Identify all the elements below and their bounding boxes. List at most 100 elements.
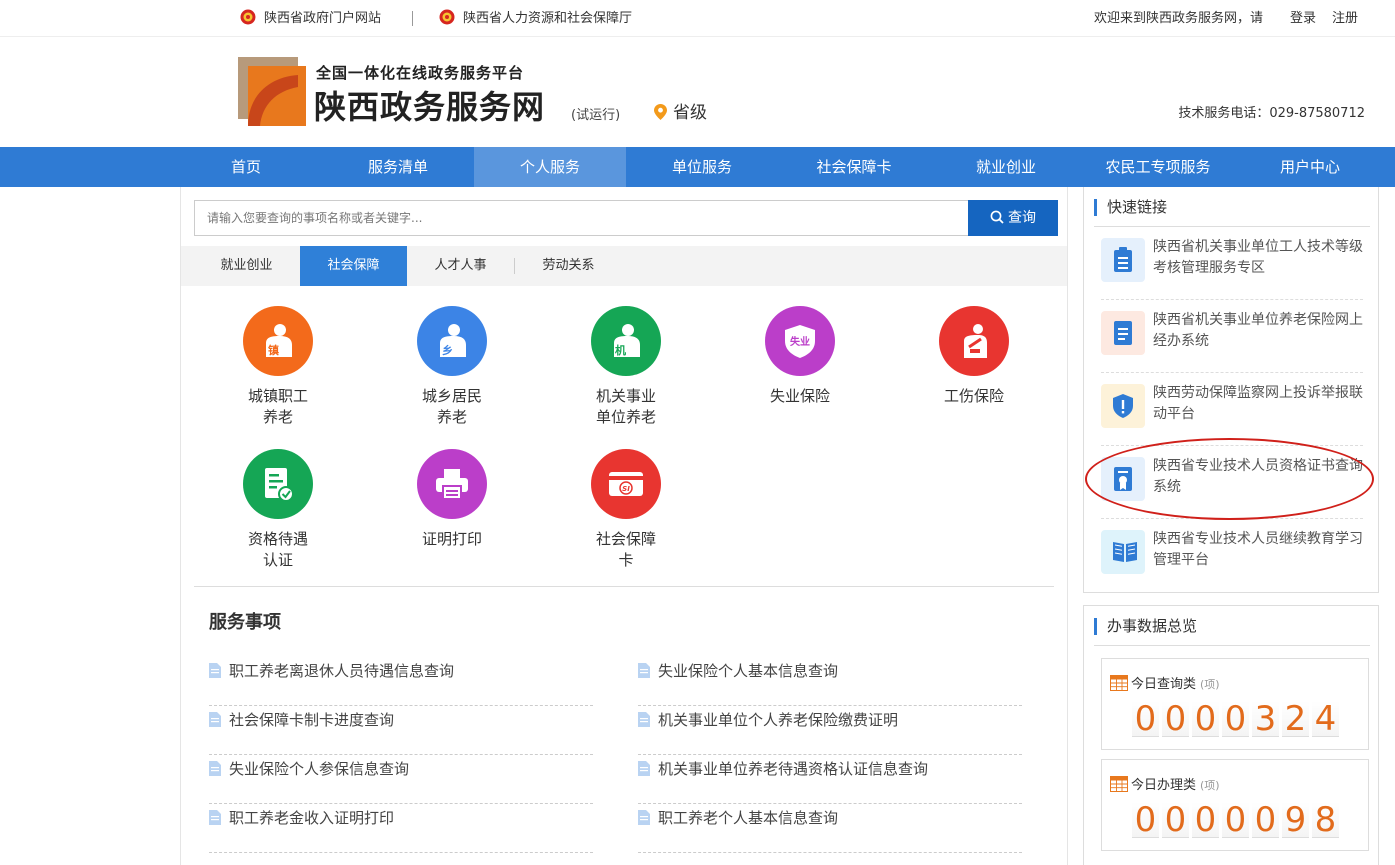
- query-digits: 0000324: [1132, 701, 1342, 737]
- document-icon: [638, 663, 650, 678]
- service-item[interactable]: 失业保险个人基本信息查询: [638, 657, 1022, 706]
- quick-link-item[interactable]: 陕西省专业技术人员继续教育学习管理平台: [1101, 519, 1363, 592]
- service-glyph: 镇: [268, 343, 279, 357]
- person-icon: 机: [614, 324, 640, 357]
- table-icon: [1110, 675, 1128, 691]
- service-work-injury[interactable]: 工伤保险: [914, 306, 1034, 407]
- nav-social-security-card[interactable]: 社会保障卡: [778, 147, 930, 187]
- service-item[interactable]: 职工养老个人基本信息查询: [638, 804, 1022, 853]
- service-icon: [243, 449, 313, 519]
- tab-social-security[interactable]: 社会保障: [300, 246, 407, 286]
- top-separator: [412, 11, 413, 26]
- service-item[interactable]: 机关事业单位个人养老保险缴费证明: [638, 706, 1022, 755]
- document-icon: [638, 761, 650, 776]
- site-logo[interactable]: [238, 57, 306, 126]
- digit: 2: [1282, 701, 1309, 737]
- service-label: 城乡居民 养老: [421, 387, 482, 426]
- location-pin-icon: [654, 104, 667, 120]
- login-link[interactable]: 登录: [1290, 0, 1316, 37]
- tab-labor-relations[interactable]: 劳动关系: [515, 246, 622, 286]
- service-social-card[interactable]: SI 社会保障 卡: [566, 449, 686, 571]
- support-phone: 技术服务电话：029-87580712: [1178, 106, 1365, 121]
- main-nav: 首页 服务清单 个人服务 单位服务 社会保障卡 就业创业 农民工专项服务 用户中…: [0, 147, 1395, 187]
- nav-home[interactable]: 首页: [170, 147, 322, 187]
- service-section-title: 服务事项: [209, 612, 281, 633]
- digit: 9: [1282, 802, 1309, 838]
- injury-icon: [964, 324, 987, 358]
- tab-talent-personnel[interactable]: 人才人事: [407, 246, 514, 286]
- hrss-link[interactable]: 陕西省人力资源和社会保障厅: [439, 0, 632, 37]
- service-rural-pension[interactable]: 乡 城乡居民 养老: [392, 306, 512, 428]
- service-label: 工伤保险: [943, 387, 1004, 405]
- digit: 0: [1192, 701, 1219, 737]
- shield-icon: 失业: [785, 325, 815, 358]
- nav-unit-service[interactable]: 单位服务: [626, 147, 778, 187]
- service-glyph: 失业: [790, 335, 810, 348]
- service-label: 资格待遇 认证: [247, 530, 308, 569]
- service-icon: 失业: [765, 306, 835, 376]
- service-glyph: 机: [615, 343, 626, 357]
- data-overview-title: 办事数据总览: [1094, 618, 1197, 635]
- quick-link-item[interactable]: 陕西劳动保障监察网上投诉举报联动平台: [1101, 373, 1363, 446]
- service-item[interactable]: 职工养老离退休人员待遇信息查询: [209, 657, 593, 706]
- document-icon: [638, 810, 650, 825]
- digit: 0: [1132, 701, 1159, 737]
- person-icon: 镇: [266, 324, 292, 357]
- service-urban-pension[interactable]: 镇 城镇职工 养老: [218, 306, 338, 428]
- data-overview-panel: 办事数据总览 今日查询类 (项) 0000324 今日办理类 (项) 0000098: [1083, 605, 1379, 865]
- digit: 0: [1162, 802, 1189, 838]
- service-icon: [417, 449, 487, 519]
- handle-counter: 今日办理类 (项) 0000098: [1101, 759, 1369, 851]
- site-header: 全国一体化在线政务服务平台 陕西政务服务网 (试运行) 省级 技术服务电话：02…: [0, 38, 1395, 147]
- nav-migrant-worker[interactable]: 农民工专项服务: [1082, 147, 1234, 187]
- document-check-icon: [265, 468, 294, 502]
- digit: 4: [1312, 701, 1339, 737]
- digit: 0: [1222, 701, 1249, 737]
- digit: 0: [1162, 701, 1189, 737]
- quick-link-item[interactable]: 陕西省机关事业单位工人技术等级考核管理服务专区: [1101, 227, 1363, 300]
- service-label: 城镇职工 养老: [247, 387, 308, 426]
- document-icon: [209, 712, 221, 727]
- table-icon: [1110, 776, 1128, 792]
- service-icon: 镇: [243, 306, 313, 376]
- service-institution-pension[interactable]: 机 机关事业 单位养老: [566, 306, 686, 428]
- site-name: 陕西政务服务网: [314, 88, 546, 126]
- top-bar: 陕西省政府门户网站 陕西省人力资源和社会保障厅 欢迎来到陕西政务服务网，请 登录…: [0, 0, 1395, 37]
- quick-links-panel: 快速链接 陕西省机关事业单位工人技术等级考核管理服务专区 陕西省机关事业单位养老…: [1083, 187, 1379, 593]
- service-unemployment[interactable]: 失业 失业保险: [740, 306, 860, 407]
- search-icon: [990, 210, 1004, 224]
- gov-portal-link[interactable]: 陕西省政府门户网站: [240, 0, 381, 37]
- trial-badge: (试运行): [571, 108, 621, 123]
- national-emblem-icon: [240, 9, 256, 25]
- digit: 0: [1192, 802, 1219, 838]
- service-label: 社会保障 卡: [595, 530, 656, 569]
- service-item[interactable]: 机关事业单位养老待遇资格认证信息查询: [638, 755, 1022, 804]
- nav-service-list[interactable]: 服务清单: [322, 147, 474, 187]
- register-link[interactable]: 注册: [1332, 0, 1358, 37]
- search-input[interactable]: 请输入您要查询的事项名称或者关键字...: [194, 200, 968, 236]
- highlight-annotation: [1085, 438, 1374, 520]
- region-selector[interactable]: 省级: [654, 98, 707, 123]
- service-label: 失业保险: [769, 387, 830, 405]
- digit: 0: [1222, 802, 1249, 838]
- alert-shield-icon: [1101, 384, 1145, 428]
- nav-employment[interactable]: 就业创业: [930, 147, 1082, 187]
- service-glyph: SI: [622, 485, 630, 493]
- printer-icon: [436, 469, 468, 500]
- quick-link-item[interactable]: 陕西省机关事业单位养老保险网上经办系统: [1101, 300, 1363, 373]
- document-icon: [638, 712, 650, 727]
- platform-slogan: 全国一体化在线政务服务平台: [316, 64, 525, 82]
- tab-employment[interactable]: 就业创业: [193, 246, 300, 286]
- nav-user-center[interactable]: 用户中心: [1234, 147, 1386, 187]
- service-item[interactable]: 职工养老金收入证明打印: [209, 804, 593, 853]
- service-item[interactable]: 失业保险个人参保信息查询: [209, 755, 593, 804]
- nav-personal-service[interactable]: 个人服务: [474, 147, 626, 187]
- service-glyph: 乡: [442, 344, 453, 357]
- service-item[interactable]: 社会保障卡制卡进度查询: [209, 706, 593, 755]
- document-icon: [1101, 311, 1145, 355]
- service-eligibility-auth[interactable]: 资格待遇 认证: [218, 449, 338, 571]
- service-icon: [939, 306, 1009, 376]
- service-icon: 机: [591, 306, 661, 376]
- service-certificate-print[interactable]: 证明打印: [392, 449, 512, 550]
- search-button[interactable]: 查询: [968, 200, 1058, 236]
